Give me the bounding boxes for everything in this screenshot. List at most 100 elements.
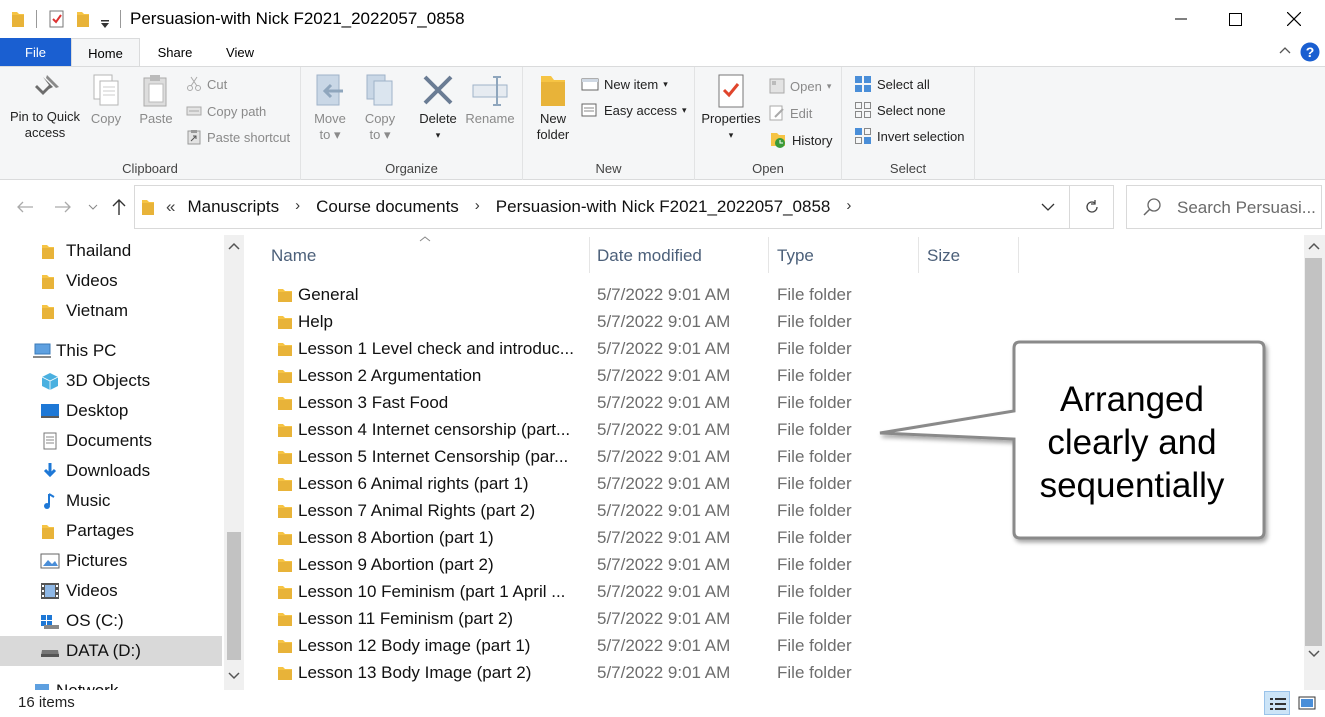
properties-quick-icon[interactable] [48, 9, 66, 29]
column-divider[interactable] [589, 237, 590, 273]
edit-button[interactable]: Edit [769, 102, 812, 124]
paste-shortcut-button[interactable]: Paste shortcut [186, 126, 290, 148]
chevron-right-icon[interactable]: › [475, 197, 480, 217]
new-folder-button[interactable]: New folder [531, 73, 575, 143]
scroll-up-icon[interactable] [228, 242, 240, 250]
details-view-button[interactable] [1264, 691, 1290, 715]
file-row[interactable]: Lesson 12 Body image (part 1) 5/7/2022 9:… [262, 633, 1262, 660]
nav-item-os-c[interactable]: OS (C:) [0, 606, 222, 636]
nav-item-this-pc[interactable]: This PC [0, 336, 222, 366]
chevron-right-icon[interactable]: › [295, 197, 300, 217]
file-row[interactable]: Lesson 9 Abortion (part 2) 5/7/2022 9:01 … [262, 552, 1262, 579]
nav-item-partages[interactable]: Partages [0, 516, 222, 546]
scroll-down-icon[interactable] [228, 672, 240, 680]
nav-item-data-d[interactable]: DATA (D:) [0, 636, 222, 666]
tab-file[interactable]: File [0, 38, 71, 66]
nav-pane-scroll-thumb[interactable] [227, 532, 241, 660]
copy-button[interactable]: Copy [86, 73, 126, 127]
invert-selection-button[interactable]: Invert selection [854, 125, 964, 147]
column-header-date[interactable]: Date modified [597, 237, 702, 275]
tab-share[interactable]: Share [140, 38, 210, 66]
open-group-label: Open [752, 161, 784, 176]
customize-quick-access-icon[interactable] [100, 14, 110, 34]
nav-item-3d-objects[interactable]: 3D Objects [0, 366, 222, 396]
file-name: Help [298, 312, 333, 331]
delete-button[interactable]: Delete ▾ [415, 73, 461, 143]
nav-item-downloads[interactable]: Downloads [0, 456, 222, 486]
column-divider[interactable] [918, 237, 919, 273]
properties-button[interactable]: Properties ▾ [699, 73, 763, 143]
minimize-button[interactable] [1152, 0, 1210, 38]
select-all-button[interactable]: Select all [854, 73, 930, 95]
easy-access-button[interactable]: Easy access ▾ [581, 99, 687, 121]
copy-to-button[interactable]: Copy to ▾ [359, 73, 401, 143]
help-icon[interactable]: ? [1300, 42, 1320, 62]
breadcrumb-current-folder[interactable]: Persuasion-with Nick F2021_2022057_0858 [496, 197, 831, 217]
large-icons-view-button[interactable] [1294, 691, 1320, 715]
column-divider[interactable] [768, 237, 769, 273]
file-row[interactable]: General 5/7/2022 9:01 AM File folder [262, 282, 1262, 309]
recent-locations-icon[interactable] [88, 203, 98, 211]
nav-item-videos[interactable]: Videos [0, 266, 222, 296]
nav-item-thailand[interactable]: Thailand [0, 236, 222, 266]
scroll-up-icon[interactable] [1308, 242, 1320, 250]
forward-icon[interactable] [54, 200, 72, 214]
pin-label-2: access [24, 125, 66, 140]
file-row[interactable]: Lesson 11 Feminism (part 2) 5/7/2022 9:01… [262, 606, 1262, 633]
back-icon[interactable] [16, 200, 34, 214]
file-date-modified: 5/7/2022 9:01 AM [597, 501, 731, 520]
column-header-type[interactable]: Type [777, 237, 814, 275]
nav-item-music[interactable]: Music [0, 486, 222, 516]
new-group: New folder New item ▾ Easy access ▾ New [523, 67, 695, 180]
close-button[interactable] [1265, 0, 1323, 38]
nav-item-documents[interactable]: Documents [0, 426, 222, 456]
file-name: Lesson 12 Body image (part 1) [298, 636, 531, 655]
properties-dropdown-icon[interactable]: ▾ [699, 127, 763, 143]
file-list-scroll-thumb[interactable] [1305, 258, 1322, 646]
nav-item-desktop[interactable]: Desktop [0, 396, 222, 426]
file-row[interactable]: Lesson 10 Feminism (part 1 April ... 5/7/… [262, 579, 1262, 606]
pin-to-quick-access-button[interactable]: Pin to Quick access [6, 73, 84, 141]
nav-item-videos-library[interactable]: Videos [0, 576, 222, 606]
file-name: General [298, 285, 359, 304]
rename-button[interactable]: Rename [465, 73, 515, 127]
tab-view[interactable]: View [210, 38, 270, 66]
scroll-down-icon[interactable] [1308, 650, 1320, 658]
paste-button[interactable]: Paste [135, 73, 177, 127]
divider [36, 10, 37, 28]
column-header-name[interactable]: Name [271, 237, 316, 275]
move-to-button[interactable]: Move to ▾ [309, 73, 351, 143]
column-divider[interactable] [1018, 237, 1019, 273]
up-icon[interactable] [111, 198, 127, 216]
nav-item-label: Videos [66, 271, 118, 290]
file-row[interactable]: Help 5/7/2022 9:01 AM File folder [262, 309, 1262, 336]
file-date-modified: 5/7/2022 9:01 AM [597, 420, 731, 439]
breadcrumb-overflow[interactable]: « [166, 197, 175, 217]
search-input[interactable]: Search Persuasi... [1177, 198, 1317, 218]
refresh-button[interactable] [1070, 185, 1114, 229]
file-row[interactable]: Lesson 13 Body Image (part 2) 5/7/2022 9:… [262, 660, 1262, 687]
address-history-dropdown-icon[interactable] [1041, 203, 1055, 212]
breadcrumb-course-documents[interactable]: Course documents [316, 197, 459, 217]
new-item-dropdown-icon: ▾ [663, 78, 668, 89]
cut-button[interactable]: Cut [186, 73, 227, 95]
delete-dropdown-icon[interactable]: ▾ [415, 127, 461, 143]
folder-icon [278, 586, 292, 599]
folder-icon [278, 397, 292, 410]
new-folder-quick-icon[interactable] [75, 9, 91, 29]
chevron-right-icon[interactable]: › [846, 197, 851, 217]
nav-item-vietnam[interactable]: Vietnam [0, 296, 222, 326]
nav-item-network[interactable]: Network [0, 676, 222, 690]
history-button[interactable]: History [769, 129, 832, 151]
breadcrumb-manuscripts[interactable]: Manuscripts [187, 197, 279, 217]
collapse-ribbon-icon[interactable] [1279, 46, 1291, 54]
open-button[interactable]: Open ▾ [769, 75, 831, 97]
nav-item-pictures[interactable]: Pictures [0, 546, 222, 576]
new-item-button[interactable]: New item ▾ [581, 73, 668, 95]
file-date-modified: 5/7/2022 9:01 AM [597, 312, 731, 331]
tab-home[interactable]: Home [71, 38, 140, 67]
maximize-button[interactable] [1206, 0, 1264, 38]
column-header-size[interactable]: Size [927, 237, 960, 275]
copy-path-button[interactable]: Copy path [186, 100, 266, 122]
select-none-button[interactable]: Select none [854, 99, 946, 121]
